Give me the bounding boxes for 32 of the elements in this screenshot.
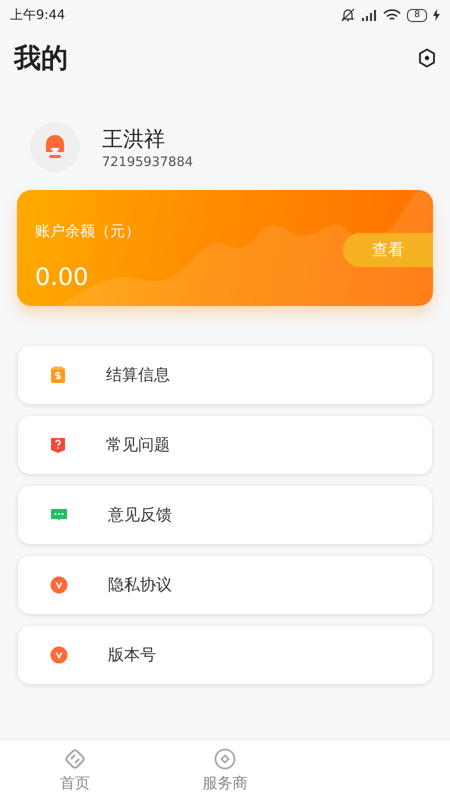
tab-item[interactable]: 首页 bbox=[0, 740, 150, 800]
wallet-icon bbox=[50, 366, 66, 384]
wifi-icon bbox=[383, 8, 402, 22]
question-icon bbox=[50, 436, 66, 454]
balance-label: 账户余额（元） bbox=[35, 222, 141, 241]
menu-item[interactable]: 意见反馈 bbox=[18, 486, 432, 544]
menu-item[interactable]: 结算信息 bbox=[18, 346, 432, 404]
service-icon bbox=[214, 748, 236, 770]
bulb-face-icon bbox=[44, 134, 66, 160]
charging-icon bbox=[433, 9, 440, 21]
status-time: 上午9:44 bbox=[10, 7, 66, 24]
menu-label: 结算信息 bbox=[106, 364, 170, 386]
signal-icon bbox=[361, 9, 378, 21]
menu-item[interactable]: 版本号 bbox=[18, 626, 432, 684]
v-badge-icon bbox=[50, 576, 68, 594]
account-number: 72195937884 bbox=[102, 154, 193, 170]
menu-item[interactable]: 隐私协议 bbox=[18, 556, 432, 614]
muted-bell-icon bbox=[341, 8, 356, 22]
page-title: 我的 bbox=[14, 42, 68, 76]
home-icon bbox=[64, 748, 86, 770]
menu-item[interactable]: 常见问题 bbox=[18, 416, 432, 474]
menu-label: 隐私协议 bbox=[108, 574, 172, 596]
menu-label: 常见问题 bbox=[106, 434, 170, 456]
v-badge-icon bbox=[50, 646, 68, 664]
balance-amount: 0.00 bbox=[35, 263, 90, 291]
menu-label: 意见反馈 bbox=[108, 504, 172, 526]
user-name: 王洪祥 bbox=[102, 126, 166, 152]
battery-level: 8 bbox=[407, 8, 427, 22]
menu-label: 版本号 bbox=[108, 644, 156, 666]
settings-icon[interactable] bbox=[418, 48, 436, 68]
tab-item[interactable]: 服务商 bbox=[150, 740, 300, 800]
chat-icon bbox=[50, 507, 68, 523]
